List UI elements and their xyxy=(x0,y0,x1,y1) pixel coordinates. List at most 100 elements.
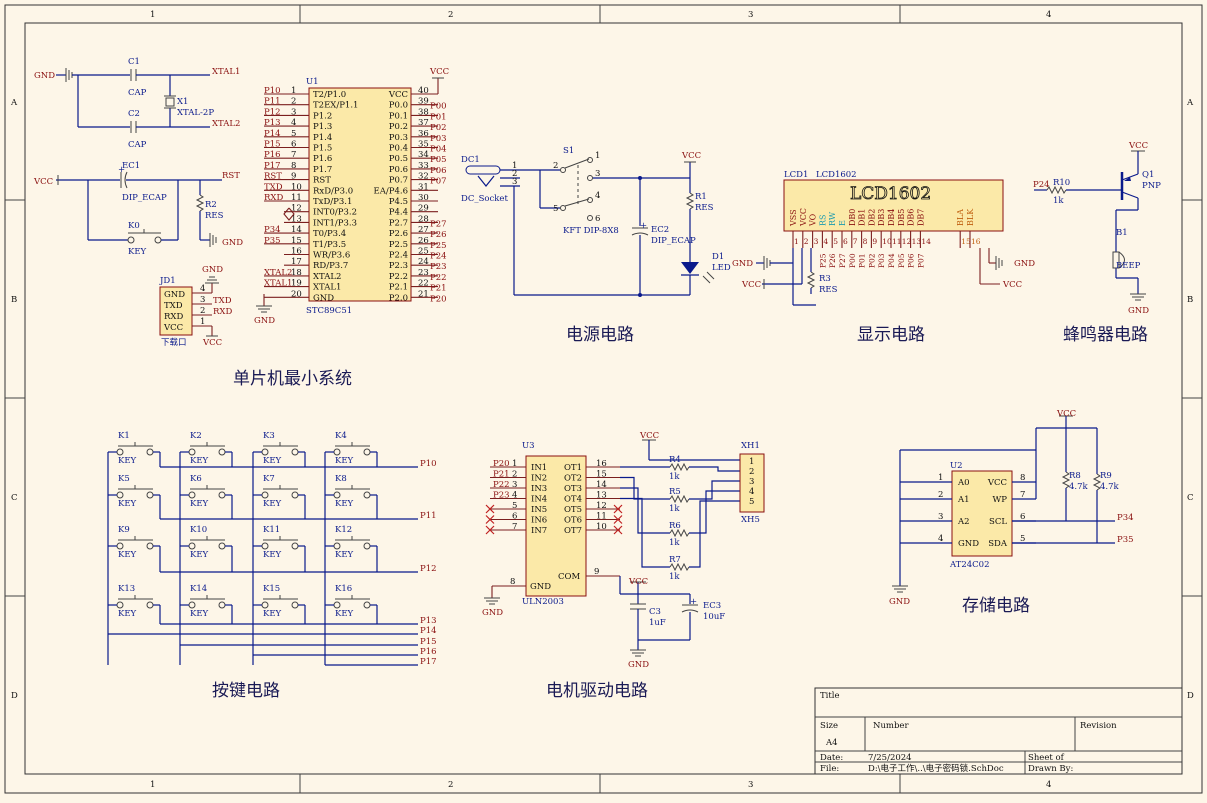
lcd-pin-name: RW xyxy=(828,211,837,226)
lcd-gnd-label: GND xyxy=(732,259,753,269)
u1-right-pin-num: 25 xyxy=(418,247,429,257)
u1-right-pin-num: 22 xyxy=(418,279,429,289)
u3-in-pin-num: 5 xyxy=(512,501,517,511)
lcd-pin-name: DB5 xyxy=(897,209,906,226)
keypad-col-net: P13 xyxy=(420,616,437,626)
u3-gnd-num: 8 xyxy=(510,577,515,587)
xh1-designator: XH1 xyxy=(741,441,760,451)
key-value: KEY xyxy=(190,456,209,466)
u2-right-pin-name: SCL xyxy=(989,517,1007,527)
motor-resistor-value: 1k xyxy=(669,504,680,514)
u1-left-pin-num: 17 xyxy=(291,257,302,267)
r2-designator: R2 xyxy=(205,200,217,210)
power-vcc-label: VCC xyxy=(681,151,701,161)
r9-value: 4.7k xyxy=(1100,482,1120,492)
u3-out-pin-name: OT1 xyxy=(564,463,582,473)
u1-left-net-label: P13 xyxy=(264,118,281,128)
u1-right-pin-name: P0.3 xyxy=(389,133,408,143)
file-label: File: xyxy=(820,764,839,774)
u1-right-pin-name: P2.2 xyxy=(389,272,408,282)
u2-left-pin-name: A0 xyxy=(957,478,970,488)
section-keys: 按键电路 xyxy=(212,681,280,701)
u1-right-pin-name: P2.3 xyxy=(389,261,408,271)
key-designator: K14 xyxy=(190,584,207,594)
u1-left-net-label: P34 xyxy=(264,225,281,235)
net-p34: P34 xyxy=(1117,513,1134,523)
u1-right-pin-name: P2.4 xyxy=(389,251,408,261)
lcd-vcc-label: VCC xyxy=(741,280,761,290)
u1-right-pin-name: P0.2 xyxy=(389,122,408,132)
u1-right-pin-num: 32 xyxy=(418,172,429,182)
u1-right-net-label: P04 xyxy=(430,145,447,155)
key-designator: K15 xyxy=(263,584,280,594)
u1-left-pin-name: T2EX/P1.1 xyxy=(313,101,358,111)
key-value: KEY xyxy=(190,609,209,619)
lcd-pin-name: RS xyxy=(818,214,827,226)
number-label: Number xyxy=(873,721,909,731)
lcd-pin-num: 14 xyxy=(921,237,931,246)
u3-in-pin-name: IN3 xyxy=(531,484,547,494)
u1-left-pin-num: 8 xyxy=(291,161,296,171)
u2-right-pin-num: 8 xyxy=(1020,473,1025,483)
u1-left-pin-name: P1.3 xyxy=(313,122,332,132)
lcd-pin-name: VSS xyxy=(789,209,798,227)
lcd-pin-name: DB2 xyxy=(867,209,876,226)
u1-left-net-label: XTAL1 xyxy=(264,279,292,289)
frame-row-d-right: D xyxy=(1187,691,1194,701)
ec3-designator: EC3 xyxy=(703,601,721,611)
lcd-pin-name: DB1 xyxy=(858,209,867,226)
u1-right-pin-num: 33 xyxy=(418,161,429,171)
frame-row-d: D xyxy=(11,691,18,701)
u1-right-net-label: P02 xyxy=(430,123,447,133)
u3-in-pin-name: IN7 xyxy=(531,526,547,536)
u3-in-pin-num: 2 xyxy=(512,470,517,480)
u1-right-pin-num: 37 xyxy=(418,118,429,128)
u3-out-pin-num: 12 xyxy=(596,501,607,511)
lcd-pin-num: 1 xyxy=(794,237,799,246)
lcd-pin-name: DB0 xyxy=(848,209,857,226)
net-p24: P24 xyxy=(1033,180,1050,190)
key-designator: K10 xyxy=(190,525,207,535)
u3-com-num: 9 xyxy=(594,567,599,577)
date-label: Date: xyxy=(820,753,843,763)
u1-right-net-label: P07 xyxy=(430,177,447,187)
jd1-gnd-label: GND xyxy=(202,265,223,275)
keypad-row-net: P11 xyxy=(420,511,437,521)
xh-pin-num: 4 xyxy=(749,487,754,497)
buzzer-gnd-label: GND xyxy=(1128,306,1149,316)
u1-right-net-label: P03 xyxy=(430,134,447,144)
u3-out-pin-num: 14 xyxy=(596,480,607,490)
net-xtal2: XTAL2 xyxy=(212,119,240,129)
section-buzzer: 蜂鸣器电路 xyxy=(1063,325,1148,345)
key-value: KEY xyxy=(335,550,354,560)
lcd-pin-name: VCC xyxy=(799,208,808,227)
u1-right-pin-num: 34 xyxy=(418,150,429,160)
frame-col-4: 4 xyxy=(1046,10,1051,20)
u1-right-pin-name: EA/P4.6 xyxy=(374,186,408,196)
lcd-net-label: P04 xyxy=(887,253,896,268)
u3-in-net: P22 xyxy=(493,480,510,490)
u1-right-net-label: P06 xyxy=(430,166,447,176)
keypad-col-net: P15 xyxy=(420,637,437,647)
u1-vcc-label: VCC xyxy=(429,67,449,77)
k0-value: KEY xyxy=(128,247,147,257)
key-designator: K16 xyxy=(335,584,352,594)
jd1-pin-rxd: RXD xyxy=(164,312,183,322)
u1-left-pin-name: INT0/P3.2 xyxy=(313,208,357,218)
jd1-pin-gnd: GND xyxy=(164,290,185,300)
ec2-value: DIP_ECAP xyxy=(651,236,696,246)
key-designator: K3 xyxy=(263,431,275,441)
u1-right-pin-name: P4.5 xyxy=(389,197,408,207)
u3-gnd-name: GND xyxy=(530,582,551,592)
u1-left-pin-name: TxD/P3.1 xyxy=(313,197,352,207)
u3-in-pin-name: IN4 xyxy=(531,495,547,505)
u1-left-net-label: P12 xyxy=(264,107,281,117)
u1-left-pin-name: RD/P3.7 xyxy=(313,261,348,271)
frame-col-1: 1 xyxy=(150,10,155,20)
motor-resistor-value: 1k xyxy=(669,538,680,548)
u1-right-pin-name: P0.7 xyxy=(389,176,408,186)
s1-value: KFT DIP-8X8 xyxy=(563,226,619,236)
key-value: KEY xyxy=(263,499,282,509)
u1-left-net-label: P10 xyxy=(264,86,281,96)
r3-value: RES xyxy=(819,285,838,295)
